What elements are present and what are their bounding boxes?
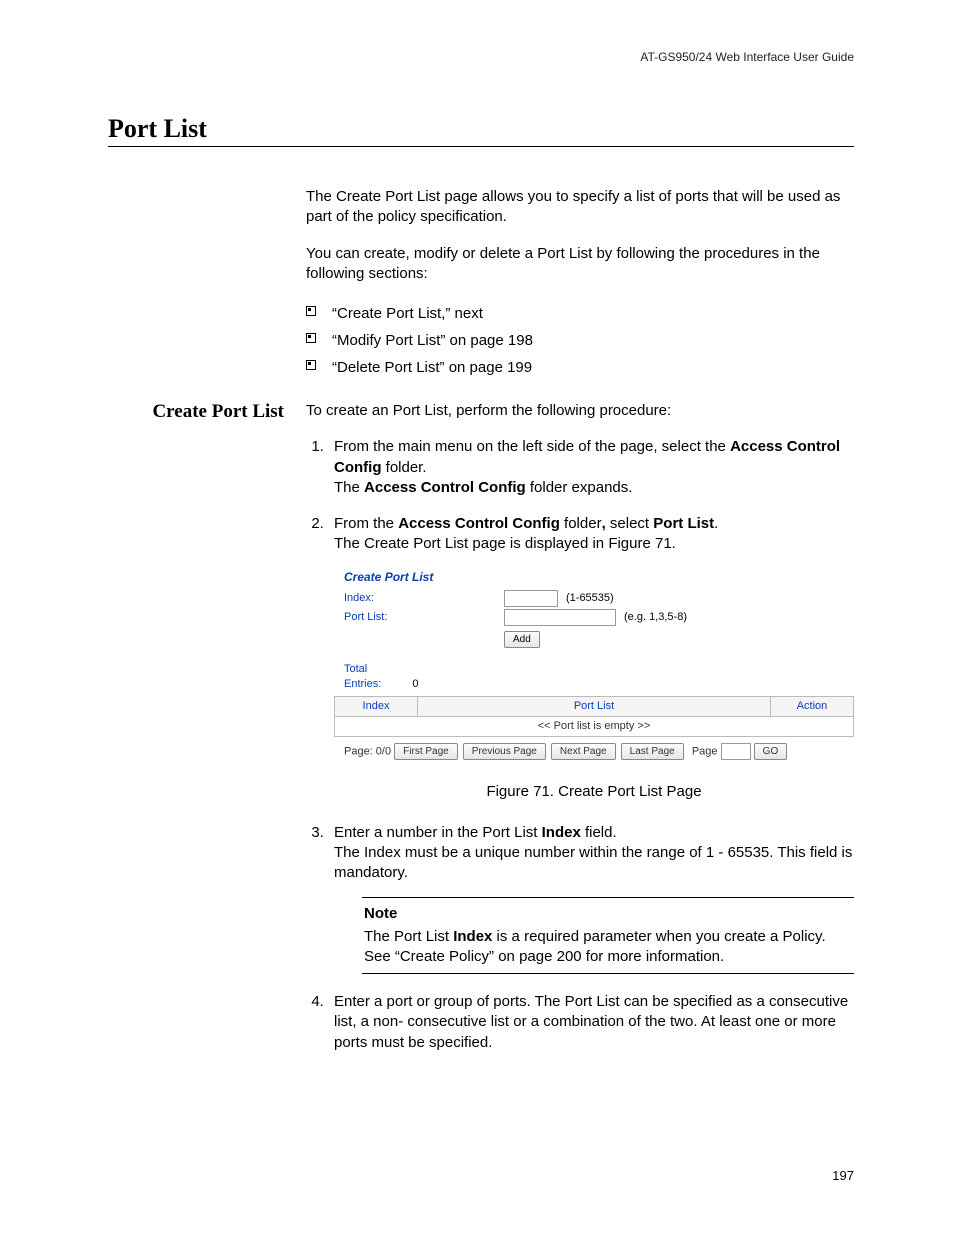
toc-item-text: “Create Port List,” next — [332, 305, 483, 322]
bullet-icon — [306, 333, 316, 343]
col-index: Index — [335, 696, 418, 716]
toc-item: “Delete Port List” on page 199 — [306, 354, 854, 381]
next-page-button[interactable]: Next Page — [551, 743, 616, 761]
portlist-input[interactable] — [504, 609, 616, 626]
note-text-bold: Index — [453, 928, 492, 945]
table-row: << Port list is empty >> — [335, 716, 854, 736]
step-4: Enter a port or group of ports. The Port… — [328, 992, 854, 1053]
index-input[interactable] — [504, 590, 558, 607]
index-label: Index: — [344, 591, 504, 606]
right-column: The Create Port List page allows you to … — [306, 187, 854, 401]
document-page: AT-GS950/24 Web Interface User Guide Por… — [0, 0, 954, 1235]
note-text: The Port List — [364, 928, 453, 945]
note-label: Note — [364, 904, 852, 924]
procedure-intro: To create an Port List, perform the foll… — [306, 401, 854, 421]
figure-71: Create Port List Index: (1-65535) Port L… — [334, 565, 854, 767]
port-list-table: Index Port List Action << Port list is e… — [334, 696, 854, 737]
figure-inner-title: Create Port List — [334, 565, 854, 589]
step-text: The Create Port List page is displayed i… — [334, 535, 676, 552]
toc-list: “Create Port List,” next “Modify Port Li… — [306, 300, 854, 381]
bullet-icon — [306, 306, 316, 316]
toc-item-text: “Modify Port List” on page 198 — [332, 332, 533, 349]
total-entries: TotalEntries: 0 — [334, 656, 854, 696]
toc-item: “Modify Port List” on page 198 — [306, 327, 854, 354]
pager-page-word: Page — [692, 745, 718, 757]
step-text-bold: Access Control Config — [364, 479, 526, 496]
col-portlist: Port List — [418, 696, 771, 716]
step-text: field. — [581, 824, 617, 841]
figure-caption: Figure 71. Create Port List Page — [334, 782, 854, 802]
pager-status: Page: 0/0 — [344, 745, 391, 757]
step-1: From the main menu on the left side of t… — [328, 437, 854, 498]
subheading-create-port-list: Create Port List — [108, 401, 306, 423]
go-button[interactable]: GO — [754, 743, 788, 761]
step-text: The — [334, 479, 364, 496]
page-number: 197 — [832, 1168, 854, 1183]
empty-row-text: << Port list is empty >> — [335, 716, 854, 736]
step-text: From the — [334, 515, 398, 532]
step-text: . — [714, 515, 718, 532]
left-column: Create Port List — [108, 401, 306, 1069]
add-button[interactable]: Add — [504, 631, 540, 649]
intro-paragraph-2: You can create, modify or delete a Port … — [306, 244, 854, 285]
last-page-button[interactable]: Last Page — [621, 743, 684, 761]
col-action: Action — [770, 696, 853, 716]
step-text-bold: Index — [542, 824, 581, 841]
right-column: To create an Port List, perform the foll… — [306, 401, 854, 1069]
index-hint: (1-65535) — [566, 591, 614, 606]
bullet-icon — [306, 360, 316, 370]
step-text: Enter a port or group of ports. The Port… — [334, 993, 848, 1051]
step-text: folder expands. — [526, 479, 633, 496]
section-title: Port List — [108, 114, 854, 147]
step-text-bold: Access Control Config — [398, 515, 560, 532]
step-text: folder. — [381, 459, 426, 476]
intro-paragraph-1: The Create Port List page allows you to … — [306, 187, 854, 228]
pager: Page: 0/0 First Page Previous Page Next … — [334, 737, 854, 767]
table-header-row: Index Port List Action — [335, 696, 854, 716]
form-row-add: Add — [334, 627, 854, 657]
step-text: folder — [560, 515, 602, 532]
first-page-button[interactable]: First Page — [394, 743, 458, 761]
toc-item-text: “Delete Port List” on page 199 — [332, 359, 532, 376]
left-column — [108, 187, 306, 401]
procedure-steps: From the main menu on the left side of t… — [306, 437, 854, 1053]
step-text-bold: Port List — [653, 515, 714, 532]
step-2: From the Access Control Config folder, s… — [328, 514, 854, 803]
total-entries-label: TotalEntries: — [344, 663, 381, 690]
body-area: The Create Port List page allows you to … — [108, 187, 854, 401]
header-guide-title: AT-GS950/24 Web Interface User Guide — [108, 50, 854, 64]
step-text: select — [606, 515, 654, 532]
form-row-index: Index: (1-65535) — [334, 589, 854, 608]
total-entries-value: 0 — [412, 678, 418, 690]
step-3: Enter a number in the Port List Index fi… — [328, 823, 854, 975]
toc-item: “Create Port List,” next — [306, 300, 854, 327]
portlist-hint: (e.g. 1,3,5-8) — [624, 610, 687, 625]
page-input[interactable] — [721, 743, 751, 760]
procedure-area: Create Port List To create an Port List,… — [108, 401, 854, 1069]
note-box: Note The Port List Index is a required p… — [362, 897, 854, 974]
step-text: From the main menu on the left side of t… — [334, 438, 730, 455]
form-row-portlist: Port List: (e.g. 1,3,5-8) — [334, 608, 854, 627]
step-text: The Index must be a unique number within… — [334, 844, 852, 881]
portlist-label: Port List: — [344, 610, 504, 625]
previous-page-button[interactable]: Previous Page — [463, 743, 546, 761]
step-text: Enter a number in the Port List — [334, 824, 542, 841]
